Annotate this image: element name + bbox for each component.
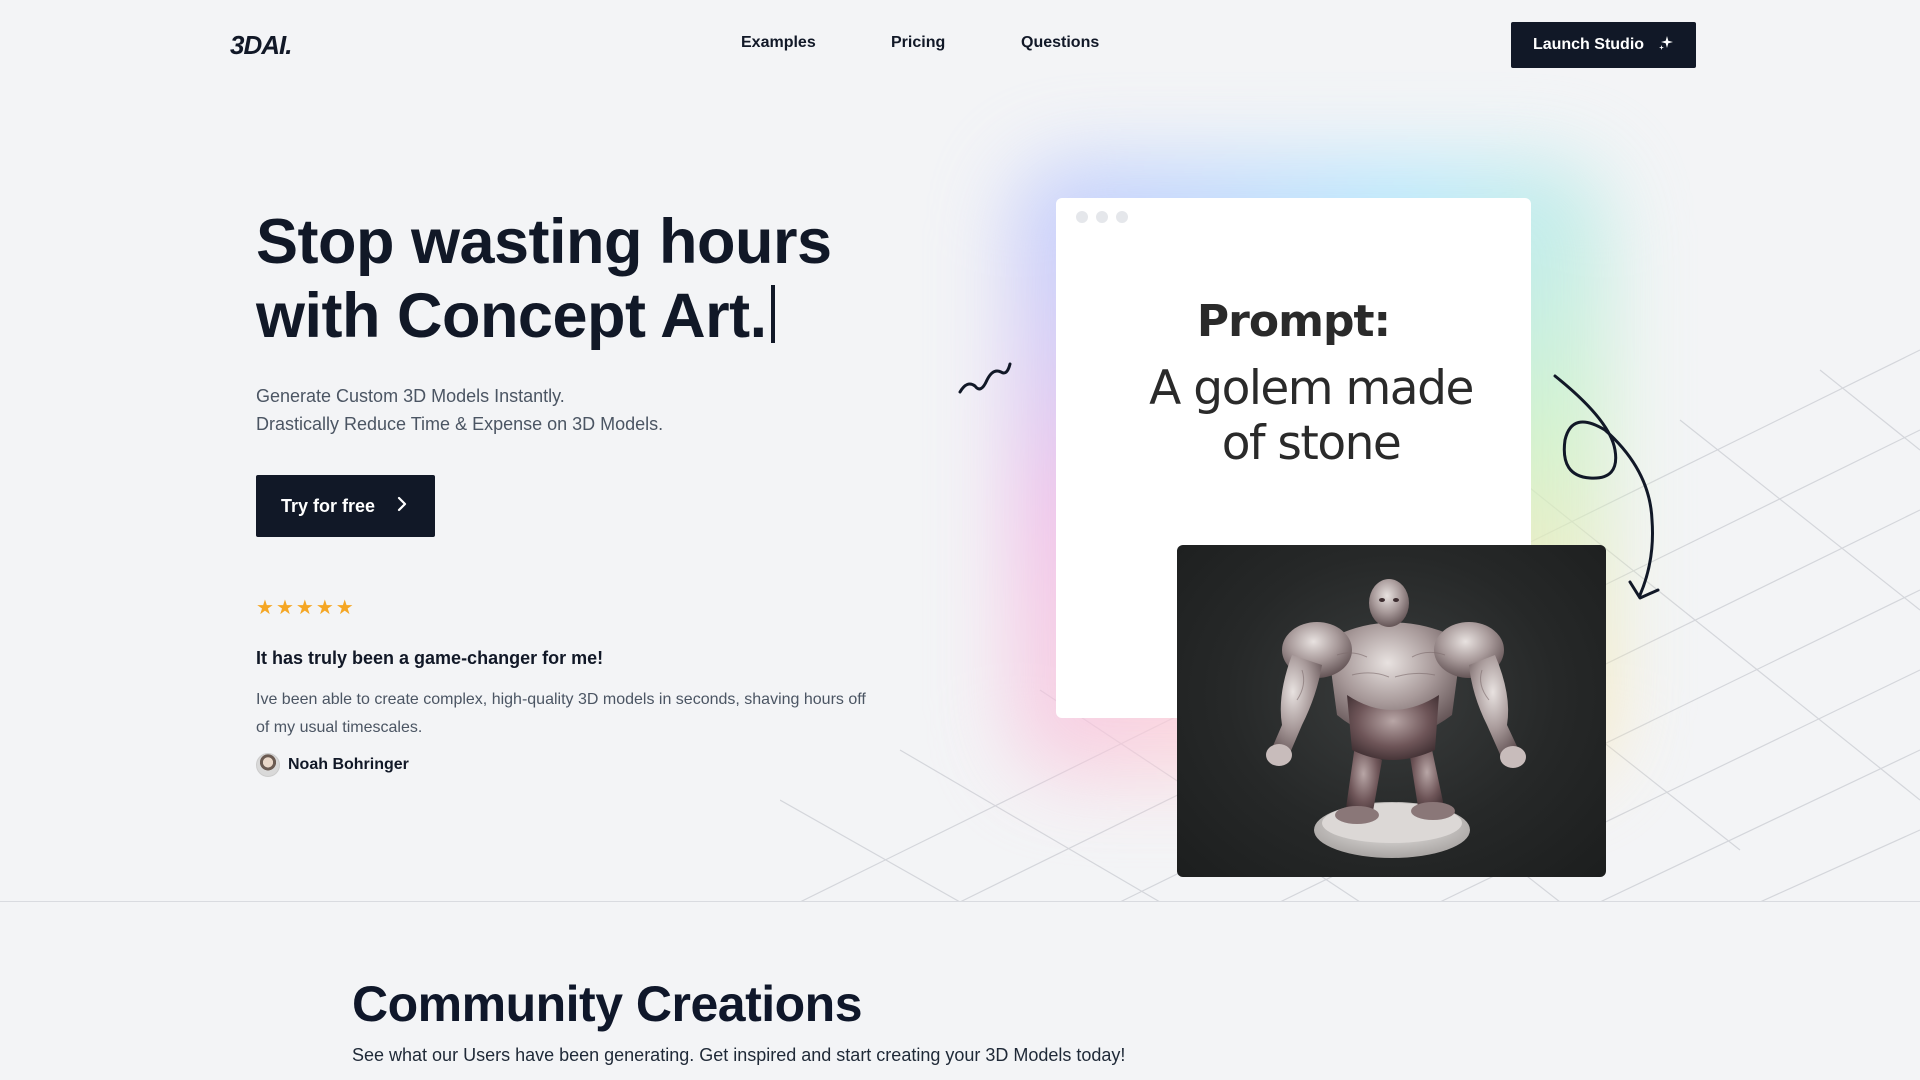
community-subtitle: See what our Users have been generating.… bbox=[352, 1045, 1126, 1065]
window-dots bbox=[1076, 211, 1128, 223]
window-dot bbox=[1096, 211, 1108, 223]
rating-stars: ★ ★ ★ ★ ★ bbox=[256, 598, 354, 618]
star-icon: ★ bbox=[335, 597, 354, 619]
try-for-free-label: Try for free bbox=[281, 495, 376, 516]
star-icon: ★ bbox=[315, 597, 334, 619]
star-icon: ★ bbox=[256, 597, 274, 619]
nav-link-questions[interactable]: Questions bbox=[1021, 34, 1099, 52]
testimonial-title: It has truly been a game-changer for me! bbox=[256, 648, 604, 668]
window-dot bbox=[1076, 211, 1088, 223]
typing-cursor bbox=[770, 285, 775, 343]
hero-subtitle: Generate Custom 3D Models Instantly. Dra… bbox=[256, 382, 876, 438]
launch-studio-label: Launch Studio bbox=[1532, 36, 1645, 53]
launch-studio-button[interactable]: Launch Studio bbox=[1511, 22, 1696, 68]
hero-title-line1: Stop wasting hours bbox=[256, 207, 832, 277]
star-icon: ★ bbox=[295, 597, 314, 619]
try-for-free-button[interactable]: Try for free bbox=[256, 475, 435, 537]
hero-subtitle-line2: Drastically Reduce Time & Expense on 3D … bbox=[256, 414, 664, 434]
star-icon: ★ bbox=[275, 597, 294, 619]
curly-arrow-doodle bbox=[1553, 374, 1660, 600]
window-dot bbox=[1116, 211, 1128, 223]
nav-link-examples[interactable]: Examples bbox=[741, 34, 816, 52]
squiggle-doodle bbox=[958, 362, 1012, 394]
chevron-right-icon bbox=[397, 496, 407, 517]
sparkle-icon bbox=[1658, 35, 1674, 56]
hero-title-line2: with Concept Art. bbox=[256, 281, 767, 351]
prompt-label: Prompt: bbox=[1196, 296, 1391, 347]
svg-text:3DAI.: 3DAI. bbox=[230, 30, 291, 58]
hero-title: Stop wasting hours with Concept Art. bbox=[256, 205, 956, 353]
author-name: Noah Bohringer bbox=[288, 756, 409, 773]
community-title: Community Creations bbox=[352, 976, 863, 1032]
testimonial-author: Noah Bohringer bbox=[256, 753, 409, 777]
landing-page: 3DAI. Examples Pricing Questions Launch … bbox=[0, 0, 1920, 1080]
nav-link-pricing[interactable]: Pricing bbox=[891, 34, 945, 52]
hero-subtitle-line1: Generate Custom 3D Models Instantly. bbox=[256, 386, 565, 406]
logo[interactable]: 3DAI. bbox=[230, 30, 320, 60]
section-divider bbox=[0, 901, 1920, 902]
testimonial-text: Ive been able to create complex, high-qu… bbox=[256, 691, 866, 736]
avatar bbox=[256, 753, 280, 777]
prompt-text: A golem made of stone bbox=[1149, 361, 1474, 471]
